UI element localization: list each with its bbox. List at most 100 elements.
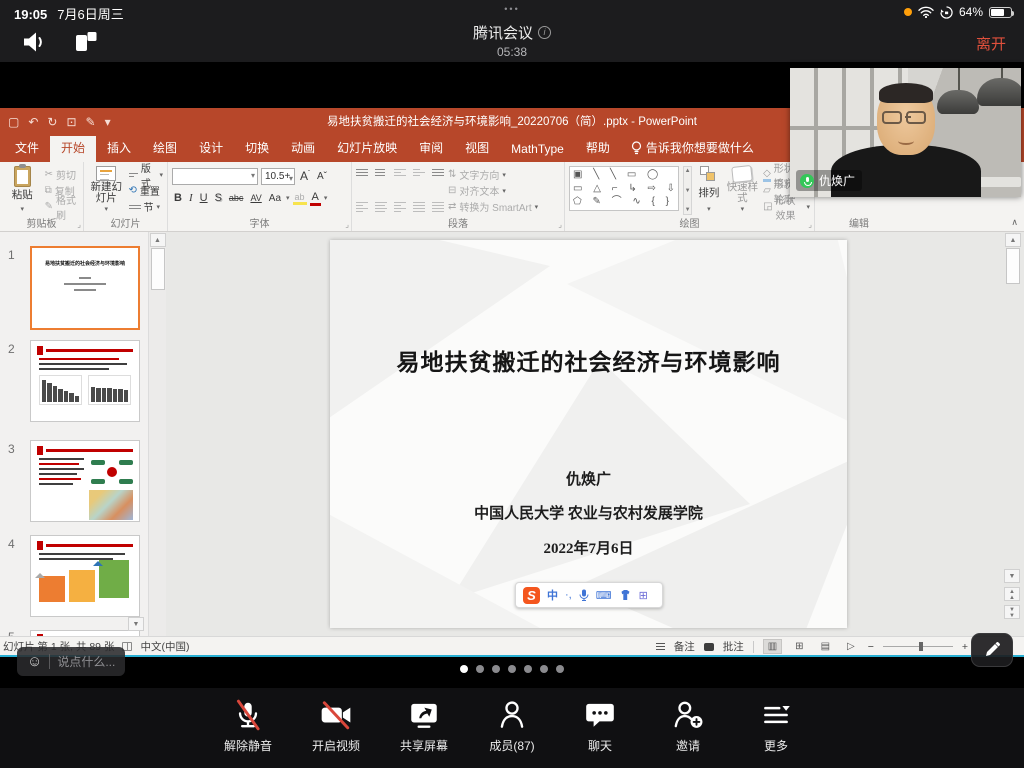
tab-home[interactable]: 开始: [50, 134, 96, 162]
thumb-scroll-up-icon[interactable]: ▲: [150, 233, 166, 247]
font-color-button[interactable]: A: [310, 191, 321, 206]
canvas-scroll-thumb[interactable]: [1006, 248, 1020, 284]
tab-animations[interactable]: 动画: [280, 134, 326, 162]
strikethrough-button[interactable]: abc: [227, 193, 246, 203]
leave-meeting-button[interactable]: 离开: [976, 33, 1006, 54]
chinese-mode-icon[interactable]: 中: [547, 587, 558, 603]
font-size-combobox[interactable]: 10.5+: [261, 168, 295, 185]
drawing-launcher-icon[interactable]: ⌟: [808, 220, 812, 229]
zoom-slider[interactable]: [883, 646, 953, 647]
scroll-up-icon[interactable]: ▲: [1005, 233, 1021, 247]
next-slide-icon[interactable]: ▼▼: [1004, 605, 1020, 619]
tab-review[interactable]: 审阅: [408, 134, 454, 162]
tab-draw[interactable]: 绘图: [142, 134, 188, 162]
clipboard-launcher-icon[interactable]: ⌟: [77, 220, 81, 229]
tell-me-box[interactable]: 告诉我你想要做什么: [621, 134, 764, 162]
emoji-icon[interactable]: ☺: [27, 653, 42, 670]
reset-button[interactable]: ⟲重置: [129, 183, 163, 198]
underline-button[interactable]: U: [198, 192, 210, 204]
quick-styles-button[interactable]: 快速样式▾: [726, 166, 759, 215]
highlight-button[interactable]: ab: [293, 192, 307, 205]
unmute-button[interactable]: 解除静音: [217, 698, 279, 768]
participant-video[interactable]: 仇焕广: [790, 68, 1021, 197]
columns-icon[interactable]: [432, 200, 444, 214]
convert-smartart-button[interactable]: ⇄转换为 SmartArt▾: [448, 199, 538, 214]
format-painter-button[interactable]: ✎格式刷: [45, 199, 79, 214]
language-status[interactable]: 中文(中国): [140, 639, 189, 654]
comments-toggle[interactable]: 批注: [723, 639, 744, 654]
shapes-gallery-scroll[interactable]: ▲▼▼: [683, 166, 692, 215]
voice-input-icon[interactable]: [579, 589, 589, 602]
zoom-out-icon[interactable]: −: [868, 641, 874, 653]
share-screen-button[interactable]: 共享屏幕: [393, 698, 455, 768]
members-button[interactable]: 成员(87): [481, 698, 543, 768]
meeting-info-icon[interactable]: i: [538, 26, 551, 39]
zoom-in-icon[interactable]: +: [962, 641, 968, 653]
scroll-down-icon[interactable]: ▼: [1004, 569, 1020, 583]
increase-indent-icon[interactable]: [413, 167, 425, 178]
paragraph-launcher-icon[interactable]: ⌟: [558, 220, 562, 229]
font-launcher-icon[interactable]: ⌟: [345, 220, 349, 229]
shape-effects-button[interactable]: ◲形状效果▾: [763, 199, 810, 214]
thumb-scroll-down-icon[interactable]: ▼: [128, 617, 144, 631]
slide-canvas[interactable]: 易地扶贫搬迁的社会经济与环境影响 仇焕广 中国人民大学 农业与农村发展学院 20…: [330, 240, 847, 628]
arrange-button[interactable]: 排列▾: [696, 166, 721, 215]
cut-button[interactable]: ✂剪切: [45, 167, 79, 182]
layout-button[interactable]: 版式▾: [129, 167, 163, 182]
char-spacing-button[interactable]: AV: [248, 193, 263, 203]
align-center-icon[interactable]: [375, 200, 387, 214]
punctuation-icon[interactable]: ·,: [565, 589, 572, 601]
invite-button[interactable]: 邀请: [657, 698, 719, 768]
text-direction-button[interactable]: ⇅文字方向▾: [448, 167, 538, 182]
decrease-indent-icon[interactable]: [394, 167, 406, 178]
sogou-logo-icon[interactable]: S: [523, 587, 540, 604]
shadow-button[interactable]: S: [213, 192, 224, 204]
tab-help[interactable]: 帮助: [575, 134, 621, 162]
annotation-button[interactable]: [971, 633, 1013, 667]
tab-insert[interactable]: 插入: [96, 134, 142, 162]
justify-icon[interactable]: [413, 200, 425, 214]
chat-button[interactable]: 聊天: [569, 698, 631, 768]
font-name-combobox[interactable]: [172, 168, 258, 185]
change-case-button[interactable]: Aa: [267, 193, 283, 204]
italic-button[interactable]: I: [187, 192, 195, 204]
paste-button[interactable]: 粘贴▾: [4, 166, 41, 215]
tab-design[interactable]: 设计: [188, 134, 234, 162]
align-left-icon[interactable]: [356, 200, 368, 214]
slide-thumbnail-1[interactable]: 易地扶贫搬迁的社会经济与环境影响: [30, 246, 140, 330]
section-button[interactable]: 节▾: [129, 199, 163, 214]
bullets-icon[interactable]: [356, 167, 368, 178]
quick-chat-input[interactable]: ☺ 说点什么...: [17, 647, 125, 676]
line-spacing-icon[interactable]: [432, 167, 444, 178]
slide-thumbnail-3[interactable]: [30, 440, 140, 522]
collapse-ribbon-icon[interactable]: ∧: [1011, 217, 1018, 228]
more-button[interactable]: 更多: [745, 698, 807, 768]
sogou-input-bar[interactable]: S 中 ·, ⌨ ⊞: [515, 582, 663, 608]
tab-transitions[interactable]: 切换: [234, 134, 280, 162]
previous-slide-icon[interactable]: ▲▲: [1004, 587, 1020, 601]
skin-icon[interactable]: [619, 589, 632, 601]
thumbnail-scrollbar[interactable]: ▲: [148, 232, 166, 636]
numbering-icon[interactable]: [375, 167, 387, 178]
canvas-scrollbar[interactable]: ▲ ▼ ▲▲ ▼▼: [1004, 232, 1022, 636]
start-video-button[interactable]: 开启视频: [305, 698, 367, 768]
shapes-gallery[interactable]: ▣ ╲ ╲ ▭ ◯ ▭ △ ⌐ ↳ ⇨ ⇩ ⬠ ✎ ⌒ ∿ { }: [569, 166, 679, 215]
normal-view-button[interactable]: ▥: [763, 639, 782, 654]
tab-view[interactable]: 视图: [454, 134, 500, 162]
slide-thumbnail-2[interactable]: [30, 340, 140, 422]
slide-thumbnail-4[interactable]: [30, 535, 140, 617]
tab-slideshow[interactable]: 幻灯片放映: [326, 134, 408, 162]
slide-sorter-button[interactable]: ⊞: [791, 640, 807, 653]
reading-view-button[interactable]: ▤: [817, 640, 834, 653]
grow-font-button[interactable]: Aˆ: [298, 169, 312, 183]
notes-toggle[interactable]: 备注: [674, 639, 695, 654]
toolbox-icon[interactable]: ⊞: [639, 589, 648, 602]
slideshow-view-button[interactable]: ▷: [843, 640, 859, 653]
align-text-button[interactable]: ⊟对齐文本▾: [448, 183, 538, 198]
tab-mathtype[interactable]: MathType: [500, 137, 575, 162]
align-right-icon[interactable]: [394, 200, 406, 214]
bold-button[interactable]: B: [172, 192, 184, 204]
keyboard-icon[interactable]: ⌨: [596, 589, 612, 602]
tab-file[interactable]: 文件: [4, 134, 50, 162]
shrink-font-button[interactable]: Aˇ: [315, 171, 329, 182]
